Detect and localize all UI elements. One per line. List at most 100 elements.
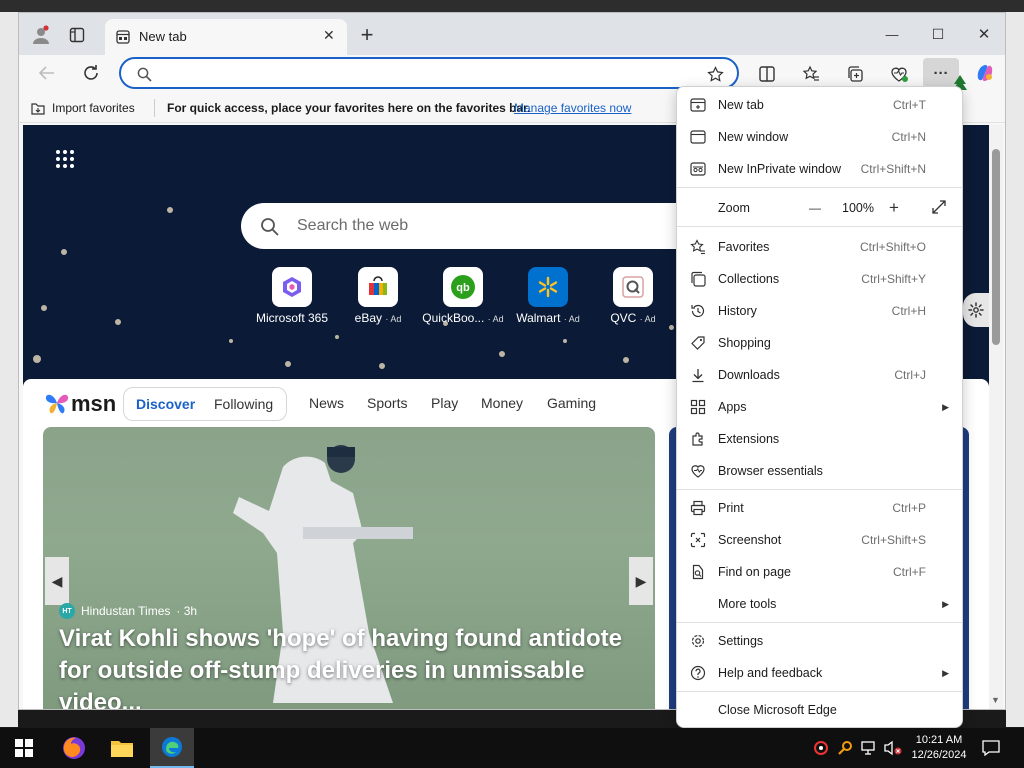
menu-item-screenshot[interactable]: Screenshot Ctrl+Shift+S bbox=[677, 525, 962, 555]
file-explorer-icon[interactable] bbox=[100, 728, 144, 768]
clock-time: 10:21 AM bbox=[915, 734, 963, 746]
ebay-icon bbox=[358, 267, 398, 307]
menu-label: Apps bbox=[718, 400, 747, 414]
publisher-name[interactable]: Hindustan Times bbox=[81, 604, 170, 618]
back-arrow-icon[interactable] bbox=[35, 61, 59, 85]
menu-item-more-tools[interactable]: More tools ▶ bbox=[677, 589, 962, 619]
hero-story-card[interactable]: ◀ ▶ HT Hindustan Times · 3h Virat Kohli … bbox=[43, 427, 655, 709]
scroll-down-arrow-icon[interactable]: ▼ bbox=[991, 695, 1000, 705]
menu-separator bbox=[677, 489, 962, 490]
notifications-icon[interactable] bbox=[976, 728, 1006, 768]
menu-item-browser-essentials[interactable]: Browser essentials bbox=[677, 456, 962, 486]
menu-item-new-window[interactable]: New window Ctrl+N bbox=[677, 122, 962, 152]
page-settings-icon[interactable] bbox=[963, 293, 989, 327]
search-key-icon[interactable] bbox=[832, 728, 858, 768]
new-tab-button[interactable]: + bbox=[355, 22, 379, 47]
maximize-button[interactable]: ☐ bbox=[925, 21, 951, 47]
tab-discover[interactable]: Discover bbox=[136, 396, 195, 412]
menu-item-new-inprivate-window[interactable]: New InPrivate window Ctrl+Shift+N bbox=[677, 154, 962, 184]
menu-item-shopping[interactable]: Shopping bbox=[677, 328, 962, 358]
menu-item-close-microsoft-edge[interactable]: Close Microsoft Edge bbox=[677, 695, 962, 725]
minimize-button[interactable]: — bbox=[879, 21, 905, 47]
address-input[interactable] bbox=[161, 63, 691, 83]
fullscreen-icon[interactable] bbox=[931, 199, 947, 218]
quick-link-walmart[interactable]: Walmart · Ad bbox=[505, 267, 591, 325]
menu-shortcut: Ctrl+Shift+N bbox=[860, 162, 926, 176]
browser-essentials-heart-icon bbox=[689, 462, 707, 480]
msn-logo-text[interactable]: msn bbox=[71, 391, 116, 417]
nav-gaming[interactable]: Gaming bbox=[547, 395, 596, 411]
ad-badge: · Ad bbox=[563, 314, 580, 324]
settings-and-more-menu: New tab Ctrl+T New window Ctrl+N New InP… bbox=[676, 86, 963, 728]
page-scrollbar[interactable]: ▼ bbox=[989, 125, 1003, 709]
nav-sports[interactable]: Sports bbox=[367, 395, 407, 411]
desktop-background bbox=[0, 0, 1024, 12]
vertical-tabs-icon[interactable] bbox=[67, 25, 87, 45]
nav-money[interactable]: Money bbox=[481, 395, 523, 411]
menu-label: New InPrivate window bbox=[718, 162, 841, 176]
quick-link-qvc[interactable]: QVC · Ad bbox=[590, 267, 676, 325]
split-screen-icon[interactable] bbox=[755, 62, 779, 86]
browser-essentials-icon[interactable] bbox=[887, 62, 911, 86]
nav-play[interactable]: Play bbox=[431, 395, 458, 411]
taskbar-clock[interactable]: 10:21 AM 12/26/2024 bbox=[906, 733, 972, 763]
menu-label: Settings bbox=[718, 634, 764, 648]
site-label: Microsoft 365 bbox=[255, 311, 329, 325]
windows-taskbar: 10:21 AM 12/26/2024 bbox=[0, 728, 1024, 768]
copilot-icon[interactable] bbox=[973, 61, 997, 85]
search-icon bbox=[259, 216, 281, 238]
menu-item-find-on-page[interactable]: Find on page Ctrl+F bbox=[677, 557, 962, 587]
apps-grid-icon[interactable] bbox=[53, 147, 77, 171]
carousel-prev-button[interactable]: ◀ bbox=[45, 557, 69, 605]
menu-item-collections[interactable]: Collections Ctrl+Shift+Y bbox=[677, 264, 962, 294]
favorite-star-icon[interactable] bbox=[705, 64, 725, 84]
tab-following[interactable]: Following bbox=[214, 396, 273, 412]
tab-close-button[interactable]: ✕ bbox=[323, 27, 335, 44]
manage-favorites-link[interactable]: Manage favorites now bbox=[514, 101, 631, 115]
story-age: · 3h bbox=[176, 604, 198, 618]
window-close-button[interactable]: ✕ bbox=[971, 21, 997, 47]
menu-item-help-and-feedback[interactable]: Help and feedback ▶ bbox=[677, 658, 962, 688]
import-favorites-link[interactable]: Import favorites bbox=[52, 101, 135, 115]
nav-news[interactable]: News bbox=[309, 395, 344, 411]
scrollbar-thumb[interactable] bbox=[992, 149, 1000, 345]
menu-item-favorites[interactable]: Favorites Ctrl+Shift+O bbox=[677, 232, 962, 262]
menu-label: Shopping bbox=[718, 336, 771, 350]
network-icon[interactable] bbox=[856, 728, 882, 768]
zoom-out-button[interactable]: — bbox=[809, 201, 821, 215]
start-windows-icon[interactable] bbox=[2, 728, 46, 768]
firefox-icon[interactable] bbox=[52, 728, 96, 768]
favorites-icon[interactable] bbox=[799, 62, 823, 86]
menu-item-apps[interactable]: Apps ▶ bbox=[677, 392, 962, 422]
volume-muted-icon[interactable] bbox=[880, 728, 906, 768]
new-window-icon bbox=[689, 128, 707, 146]
address-bar[interactable] bbox=[119, 57, 739, 89]
menu-item-print[interactable]: Print Ctrl+P bbox=[677, 493, 962, 523]
zoom-in-button[interactable]: + bbox=[889, 198, 899, 218]
import-favorites-icon[interactable] bbox=[29, 99, 47, 117]
profile-avatar-icon[interactable] bbox=[29, 23, 53, 47]
menu-item-history[interactable]: History Ctrl+H bbox=[677, 296, 962, 326]
menu-item-settings[interactable]: Settings bbox=[677, 626, 962, 656]
menu-item-extensions[interactable]: Extensions bbox=[677, 424, 962, 454]
menu-label: New window bbox=[718, 130, 789, 144]
favbar-divider bbox=[154, 99, 155, 117]
quick-link-microsoft-365[interactable]: Microsoft 365 bbox=[249, 267, 335, 325]
refresh-icon[interactable] bbox=[79, 61, 103, 85]
settings-gear-icon bbox=[689, 632, 707, 650]
carousel-next-button[interactable]: ▶ bbox=[629, 557, 653, 605]
quick-link-quickbooks[interactable]: qb QuickBoo... · Ad bbox=[420, 267, 506, 325]
hero-headline[interactable]: Virat Kohli shows 'hope' of having found… bbox=[59, 623, 649, 709]
tab-new-tab[interactable]: New tab ✕ bbox=[105, 19, 347, 55]
menu-item-downloads[interactable]: Downloads Ctrl+J bbox=[677, 360, 962, 390]
edge-taskbar-icon[interactable] bbox=[150, 728, 194, 768]
collections-icon[interactable] bbox=[843, 62, 867, 86]
more-dots-icon: ··· bbox=[933, 64, 949, 82]
menu-label: History bbox=[718, 304, 757, 318]
menu-shortcut: Ctrl+Shift+S bbox=[861, 533, 926, 547]
new-tab-icon bbox=[689, 96, 707, 114]
web-search-box[interactable]: Search the web bbox=[241, 203, 701, 249]
help-question-icon bbox=[689, 664, 707, 682]
quick-link-ebay[interactable]: eBay · Ad bbox=[335, 267, 421, 325]
menu-item-new-tab[interactable]: New tab Ctrl+T bbox=[677, 90, 962, 120]
